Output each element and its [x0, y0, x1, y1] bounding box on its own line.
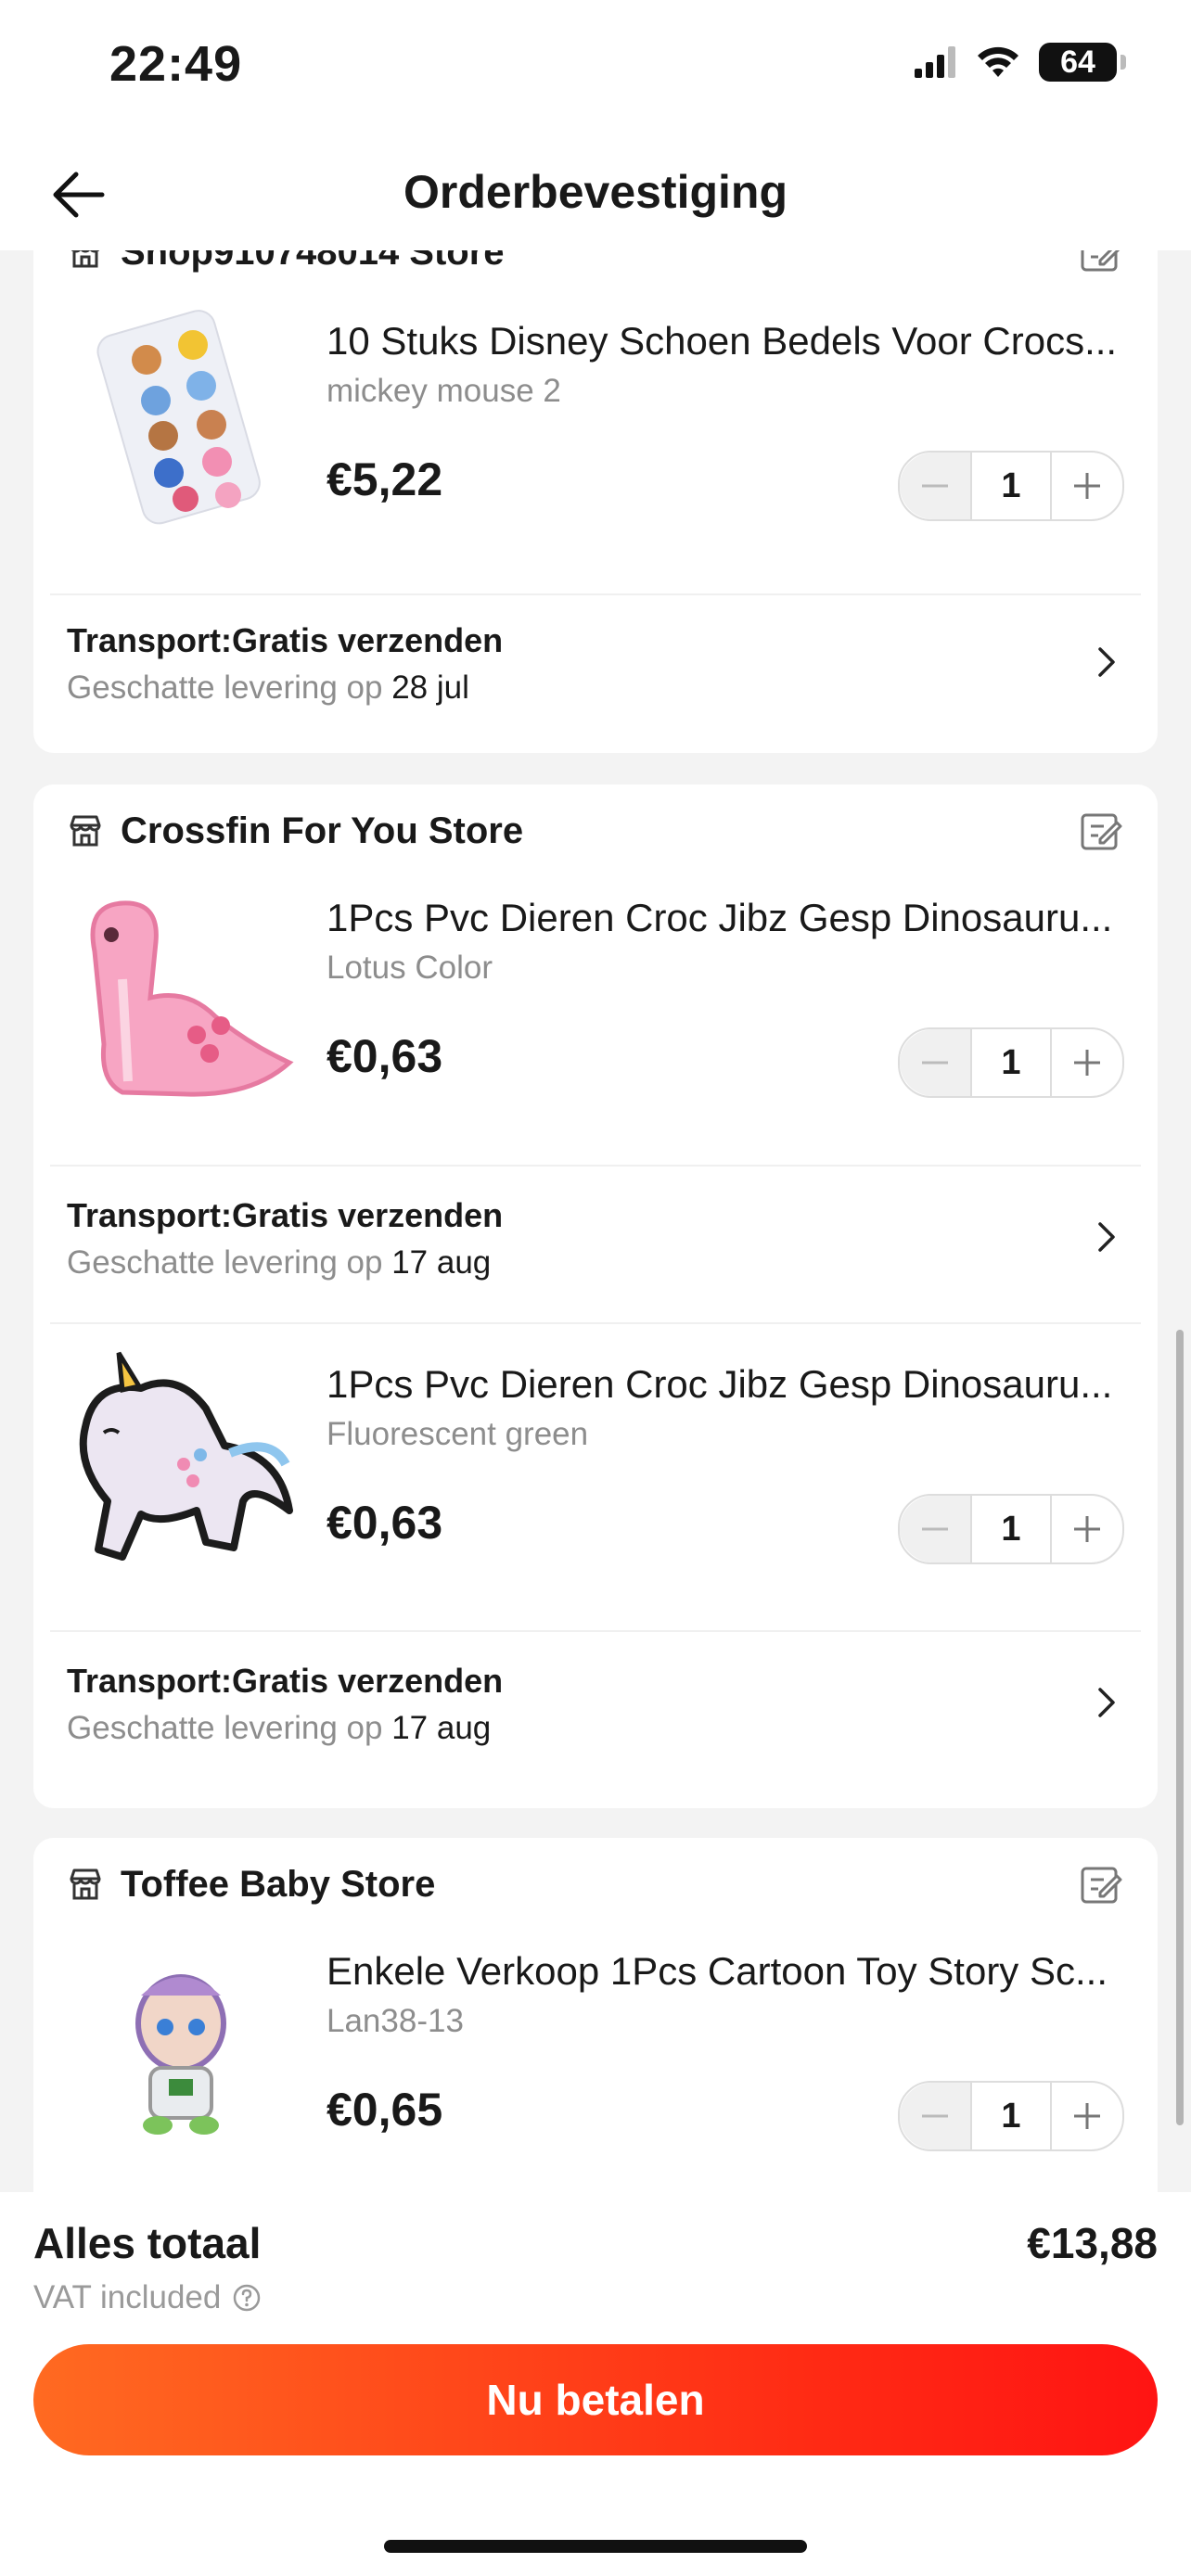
- delivery-estimate: Geschatte levering op 17 aug: [67, 1244, 492, 1281]
- edit-note-icon[interactable]: [1078, 250, 1124, 275]
- minus-icon: [922, 1527, 948, 1531]
- plus-icon: [1074, 473, 1100, 499]
- product-image: [67, 1931, 295, 2159]
- quantity-value[interactable]: 1: [970, 1496, 1052, 1562]
- store-card: Crossfin For You Store 1Pcs Pvc Dieren C…: [33, 784, 1158, 1808]
- total-label: Alles totaal: [33, 2219, 262, 2267]
- plus-icon: [1074, 1050, 1100, 1076]
- product-variant: Fluorescent green: [327, 1416, 589, 1452]
- status-bar: 22:49 64: [0, 0, 1191, 139]
- store-header[interactable]: Crossfin For You Store: [67, 803, 523, 859]
- vat-note: VAT included: [33, 2279, 262, 2316]
- quantity-value[interactable]: 1: [970, 453, 1052, 519]
- increase-button[interactable]: [1052, 2083, 1122, 2149]
- store-name: Toffee Baby Store: [121, 1863, 436, 1905]
- store-name: Crossfin For You Store: [121, 810, 524, 851]
- quantity-stepper: 1: [898, 451, 1124, 521]
- product-price: €0,63: [327, 1030, 443, 1082]
- increase-button[interactable]: [1052, 1496, 1122, 1562]
- shipping-method: Transport:Gratis verzenden: [67, 1196, 504, 1234]
- edit-note-icon[interactable]: [1078, 1861, 1124, 1907]
- divider: [50, 1630, 1141, 1632]
- product-image: [67, 1344, 295, 1572]
- store-icon: [71, 250, 99, 268]
- product-title: Enkele Verkoop 1Pcs Cartoon Toy Story Sc…: [327, 1949, 1108, 1993]
- store-icon: [70, 815, 101, 847]
- minus-icon: [922, 484, 948, 488]
- increase-button[interactable]: [1052, 1029, 1122, 1096]
- store-header[interactable]: Toffee Baby Store: [67, 1856, 435, 1912]
- shipping-row[interactable]: Transport:Gratis verzenden Geschatte lev…: [67, 1654, 1124, 1756]
- order-list[interactable]: Shop910748014 Store 10 Stuks Disney Scho…: [0, 250, 1191, 2192]
- home-indicator: [384, 2540, 807, 2553]
- battery-indicator: 64: [1039, 43, 1126, 82]
- pay-now-button[interactable]: Nu betalen: [33, 2344, 1158, 2455]
- divider: [50, 593, 1141, 595]
- total-value: €13,88: [1027, 2219, 1158, 2267]
- page-title: Orderbevestiging: [403, 166, 788, 218]
- wifi-icon: [978, 46, 1018, 77]
- quantity-value[interactable]: 1: [970, 1029, 1052, 1096]
- quantity-stepper: 1: [898, 1027, 1124, 1098]
- product-title: 1Pcs Pvc Dieren Croc Jibz Gesp Dinosauru…: [327, 1362, 1113, 1406]
- product-title: 10 Stuks Disney Schoen Bedels Voor Crocs…: [327, 319, 1118, 363]
- product-item[interactable]: 10 Stuks Disney Schoen Bedels Voor Crocs…: [33, 300, 1158, 532]
- chevron-right-icon: [1098, 647, 1115, 677]
- store-card: Shop910748014 Store 10 Stuks Disney Scho…: [33, 250, 1158, 753]
- product-variant: Lotus Color: [327, 950, 493, 986]
- chevron-right-icon: [1098, 1222, 1115, 1252]
- delivery-estimate: Geschatte levering op 17 aug: [67, 1710, 492, 1746]
- product-image: [67, 877, 295, 1105]
- shipping-row[interactable]: Transport:Gratis verzenden Geschatte lev…: [67, 1189, 1124, 1291]
- product-variant: Lan38-13: [327, 2003, 464, 2039]
- product-item[interactable]: Enkele Verkoop 1Pcs Cartoon Toy Story Sc…: [33, 1931, 1158, 2162]
- shipping-row[interactable]: Transport:Gratis verzenden Geschatte lev…: [67, 614, 1124, 716]
- product-title: 1Pcs Pvc Dieren Croc Jibz Gesp Dinosauru…: [327, 896, 1113, 939]
- shipping-method: Transport:Gratis verzenden: [67, 621, 504, 659]
- plus-icon: [1074, 2103, 1100, 2129]
- product-image: [67, 300, 295, 529]
- scrollbar[interactable]: [1176, 1330, 1184, 2125]
- edit-note-icon[interactable]: [1078, 808, 1124, 854]
- minus-icon: [922, 2114, 948, 2118]
- store-header[interactable]: Shop910748014 Store: [67, 250, 505, 280]
- signal-icon: [915, 46, 955, 78]
- decrease-button[interactable]: [900, 1029, 970, 1096]
- quantity-value[interactable]: 1: [970, 2083, 1052, 2149]
- quantity-stepper: 1: [898, 2081, 1124, 2151]
- increase-button[interactable]: [1052, 453, 1122, 519]
- decrease-button[interactable]: [900, 453, 970, 519]
- store-name: Shop910748014 Store: [121, 250, 505, 273]
- chevron-right-icon: [1098, 1688, 1115, 1717]
- nav-bar: Orderbevestiging: [0, 139, 1191, 250]
- decrease-button[interactable]: [900, 2083, 970, 2149]
- delivery-estimate: Geschatte levering op 28 jul: [67, 670, 469, 706]
- status-time: 22:49: [109, 36, 243, 92]
- shipping-method: Transport:Gratis verzenden: [67, 1662, 504, 1700]
- vat-text: VAT included: [33, 2279, 222, 2315]
- store-icon: [70, 1868, 101, 1900]
- product-price: €5,22: [327, 453, 443, 505]
- product-price: €0,65: [327, 2084, 443, 2136]
- decrease-button[interactable]: [900, 1496, 970, 1562]
- minus-icon: [922, 1061, 948, 1065]
- divider: [50, 1165, 1141, 1167]
- divider: [50, 1322, 1141, 1324]
- product-price: €0,63: [327, 1497, 443, 1549]
- help-icon[interactable]: [232, 2283, 262, 2313]
- checkout-footer: Alles totaal €13,88 VAT included Nu beta…: [0, 2192, 1191, 2576]
- plus-icon: [1074, 1516, 1100, 1542]
- quantity-stepper: 1: [898, 1494, 1124, 1564]
- store-card: Toffee Baby Store Enkele Verkoop 1Pcs Ca…: [33, 1838, 1158, 2192]
- product-item[interactable]: 1Pcs Pvc Dieren Croc Jibz Gesp Dinosauru…: [33, 1344, 1158, 1575]
- product-item[interactable]: 1Pcs Pvc Dieren Croc Jibz Gesp Dinosauru…: [33, 877, 1158, 1109]
- status-icons: 64: [915, 43, 1126, 82]
- product-variant: mickey mouse 2: [327, 373, 561, 409]
